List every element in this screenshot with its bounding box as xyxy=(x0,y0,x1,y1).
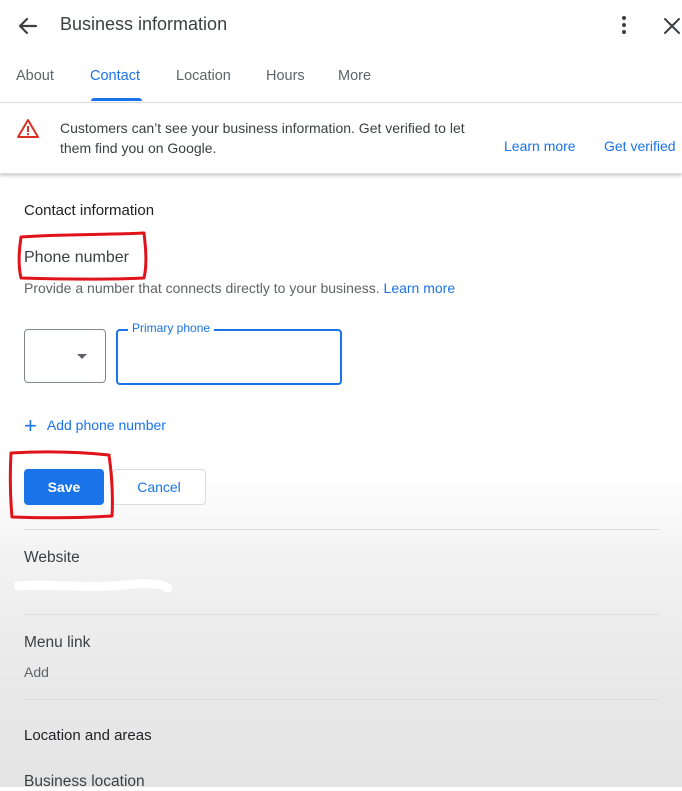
plus-icon: + xyxy=(24,413,37,438)
phone-number-label: Phone number xyxy=(24,249,129,266)
get-verified-link[interactable]: Get verified xyxy=(604,138,676,154)
more-vert-icon xyxy=(622,16,626,34)
close-icon xyxy=(664,18,680,34)
tab-more[interactable]: More xyxy=(338,68,371,84)
divider xyxy=(24,529,659,530)
contact-section-title: Contact information xyxy=(24,202,155,219)
back-button[interactable] xyxy=(14,12,42,40)
more-options-button[interactable] xyxy=(612,12,636,38)
close-button[interactable] xyxy=(659,13,682,39)
save-button[interactable]: Save xyxy=(24,469,104,505)
primary-phone-input[interactable] xyxy=(128,337,332,379)
add-phone-label: Add phone number xyxy=(46,417,166,433)
tab-location[interactable]: Location xyxy=(176,68,231,84)
dropdown-arrow-icon xyxy=(77,354,87,359)
verification-banner: Customers can’t see your business inform… xyxy=(0,103,682,174)
arrow-back-icon xyxy=(18,17,38,35)
active-tab-indicator xyxy=(91,98,142,101)
page-title: Business information xyxy=(60,14,228,34)
country-code-select[interactable] xyxy=(24,329,106,383)
redacted-website-value xyxy=(14,579,172,593)
tab-contact[interactable]: Contact xyxy=(90,68,140,84)
primary-phone-label: Primary phone xyxy=(128,321,215,335)
banner-learn-more-link[interactable]: Learn more xyxy=(504,138,576,154)
warning-icon xyxy=(17,119,39,138)
divider xyxy=(24,699,659,700)
phone-hint-text: Provide a number that connects directly … xyxy=(24,280,380,296)
phone-hint: Provide a number that connects directly … xyxy=(24,280,455,296)
menu-link-title[interactable]: Menu link xyxy=(24,634,90,652)
primary-phone-field[interactable] xyxy=(116,329,342,385)
tab-bar: About Contact Location Hours More xyxy=(0,58,682,103)
website-title[interactable]: Website xyxy=(24,549,80,567)
business-location-title[interactable]: Business location xyxy=(24,773,145,791)
cancel-button[interactable]: Cancel xyxy=(112,469,206,505)
divider xyxy=(24,614,659,615)
add-phone-number-button[interactable]: + Add phone number xyxy=(24,413,166,438)
tab-hours[interactable]: Hours xyxy=(266,68,305,84)
tab-about[interactable]: About xyxy=(16,68,54,84)
location-section-title: Location and areas xyxy=(24,727,152,744)
banner-message: Customers can’t see your business inform… xyxy=(60,120,465,156)
phone-learn-more-link[interactable]: Learn more xyxy=(384,280,456,296)
menu-link-add[interactable]: Add xyxy=(24,664,49,680)
